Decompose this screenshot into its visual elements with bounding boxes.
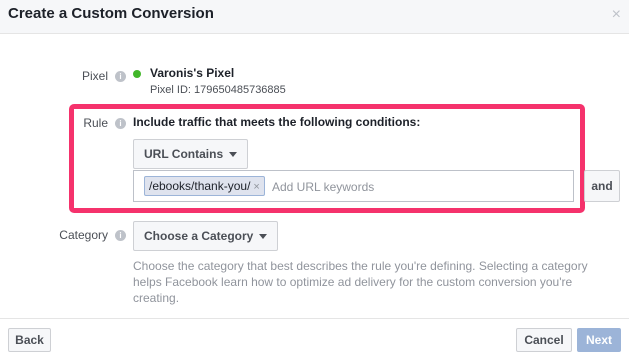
close-icon[interactable]: ×: [612, 6, 621, 24]
chevron-down-icon: [229, 152, 238, 158]
back-button[interactable]: Back: [8, 328, 51, 352]
pixel-info-icon[interactable]: i: [115, 71, 126, 82]
category-info-icon[interactable]: i: [115, 230, 126, 241]
next-button[interactable]: Next: [577, 328, 621, 352]
dialog-title: Create a Custom Conversion: [8, 5, 214, 22]
rule-info-icon[interactable]: i: [115, 118, 126, 129]
rule-condition-text: Include traffic that meets the following…: [133, 115, 421, 129]
url-operator-dropdown[interactable]: URL Contains: [133, 139, 249, 169]
pixel-status-icon: [133, 70, 141, 78]
and-button[interactable]: and: [584, 170, 620, 202]
url-keyword-text: /ebooks/thank-you/: [149, 179, 251, 193]
url-operator-label: URL Contains: [144, 147, 224, 161]
category-help-text: Choose the category that best describes …: [133, 259, 588, 305]
pixel-id: Pixel ID: 179650485736885: [150, 84, 286, 96]
cancel-button[interactable]: Cancel: [516, 328, 572, 352]
pixel-label: Pixel: [81, 69, 108, 83]
url-keywords-input[interactable]: [272, 177, 562, 197]
category-label: Category: [59, 228, 108, 242]
category-dropdown-label: Choose a Category: [144, 229, 254, 243]
chevron-down-icon: [259, 234, 268, 240]
pixel-name: Varonis's Pixel: [150, 66, 235, 80]
dialog-footer: Back Cancel Next: [0, 318, 629, 360]
category-dropdown[interactable]: Choose a Category: [133, 221, 279, 251]
remove-keyword-icon[interactable]: ×: [253, 181, 259, 193]
dialog-header: Create a Custom Conversion ×: [0, 0, 629, 34]
rule-label: Rule: [83, 116, 108, 130]
url-keywords-field[interactable]: /ebooks/thank-you/×: [133, 170, 574, 202]
url-keyword-token[interactable]: /ebooks/thank-you/×: [144, 176, 265, 196]
